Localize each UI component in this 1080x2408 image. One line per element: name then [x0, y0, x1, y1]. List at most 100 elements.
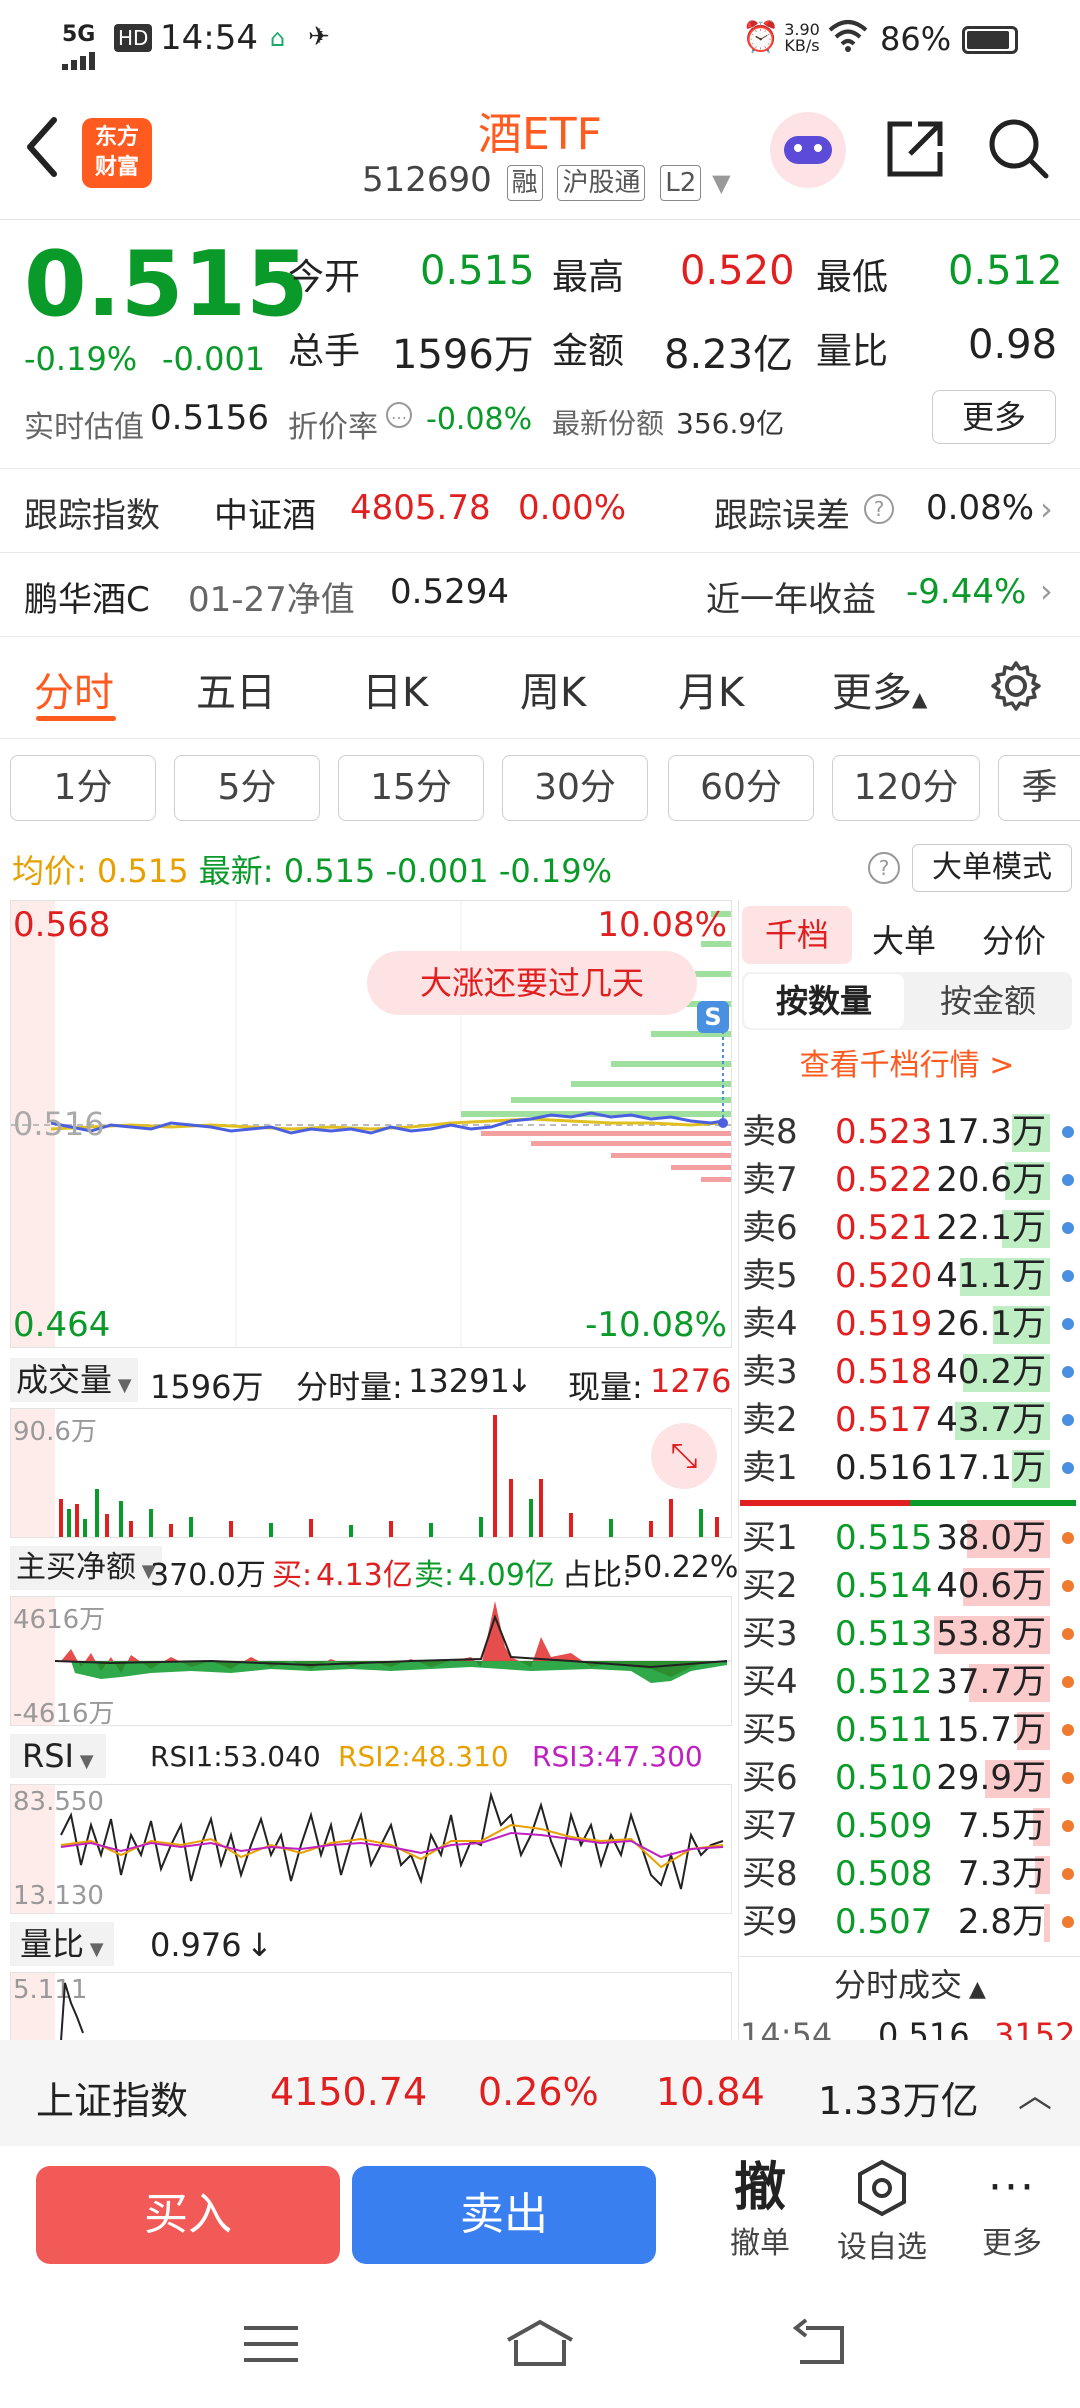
buy-level-row[interactable]: 买8 0.508 7.3万 — [740, 1850, 1080, 1898]
buy-level-volume: 2.8万 — [957, 1902, 1046, 1942]
chip-15min[interactable]: 15分 — [338, 755, 484, 821]
ratio-label: 量比 — [816, 331, 889, 372]
tracking-index-name[interactable]: 中证酒 — [214, 488, 316, 537]
help-icon[interactable]: ? — [864, 494, 894, 524]
security-code-row[interactable]: 512690 融 沪股通 L2 ▼ — [362, 160, 731, 201]
ratio-chart[interactable]: 5.111 — [10, 1972, 732, 2040]
buy-marker-dot — [1062, 1820, 1074, 1832]
sell-level-row[interactable]: 卖1 0.516 17.1万 — [740, 1444, 1080, 1492]
sell-level-row[interactable]: 卖4 0.519 26.1万 — [740, 1300, 1080, 1348]
intraday-chart[interactable]: 0.568 10.08% 0.516 0.464 -10.08% 大涨还要过几天… — [10, 900, 732, 1348]
buy-button[interactable]: 买入 — [36, 2166, 340, 2264]
info-dots-icon[interactable]: … — [386, 402, 412, 428]
settings-gear-icon[interactable] — [990, 660, 1042, 716]
search-icon[interactable] — [986, 116, 1050, 184]
chip-120min[interactable]: 120分 — [832, 755, 980, 821]
buy-level-row[interactable]: 买3 0.513 53.8万 — [740, 1610, 1080, 1658]
sell-button[interactable]: 卖出 — [352, 2166, 656, 2264]
sell-level-volume: 43.7万 — [936, 1400, 1046, 1440]
ratio-selector[interactable]: 量比 ▼ — [10, 1922, 114, 1966]
buy-level-volume: 29.9万 — [936, 1758, 1046, 1798]
netbuy-chart[interactable]: 4616万 -4616万 — [10, 1596, 732, 1729]
back-nav-icon[interactable] — [792, 2318, 848, 2372]
buy-level-row[interactable]: 买7 0.509 7.5万 — [740, 1802, 1080, 1850]
s-badge[interactable]: S — [697, 1001, 729, 1033]
add-watchlist-button[interactable]: 设自选 — [822, 2158, 942, 2266]
chip-30min[interactable]: 30分 — [502, 755, 648, 821]
rsi-selector-label: RSI — [22, 1737, 74, 1775]
by-quantity-option[interactable]: 按数量 — [744, 974, 904, 1028]
sell-level-row[interactable]: 卖6 0.521 22.1万 — [740, 1204, 1080, 1252]
trades-header[interactable]: 分时成交 ▲ — [740, 1960, 1080, 2006]
nav-value: 0.5294 — [390, 572, 509, 612]
sell-level-row[interactable]: 卖7 0.522 20.6万 — [740, 1156, 1080, 1204]
sell-level-price: 0.521 — [835, 1208, 933, 1248]
sell-level-row[interactable]: 卖3 0.518 40.2万 — [740, 1348, 1080, 1396]
ratio-selector-label: 量比 — [20, 1925, 85, 1963]
chevron-right-icon[interactable]: › — [1040, 572, 1053, 610]
expand-icon[interactable]: ⤡ — [651, 1423, 717, 1489]
home-nav-icon[interactable] — [502, 2318, 578, 2372]
buy-level-row[interactable]: 买2 0.514 40.6万 — [740, 1562, 1080, 1610]
fund-name[interactable]: 鹏华酒C — [24, 572, 150, 621]
sell-level-volume: 20.6万 — [936, 1160, 1046, 1200]
help-icon[interactable]: ? — [868, 852, 900, 884]
tab-monthly-k[interactable]: 月K — [678, 660, 744, 718]
tab-more-label: 更多 — [832, 670, 912, 716]
buy-level-price: 0.514 — [835, 1566, 933, 1606]
chip-5min[interactable]: 5分 — [174, 755, 320, 821]
amount-label: 金额 — [552, 331, 625, 372]
more-actions-button[interactable]: ··· 更多 — [952, 2158, 1072, 2262]
tab-five-day[interactable]: 五日 — [196, 660, 276, 718]
buy-level-row[interactable]: 买5 0.511 15.7万 — [740, 1706, 1080, 1754]
buy-level-row[interactable]: 买4 0.512 37.7万 — [740, 1658, 1080, 1706]
more-details-button[interactable]: 更多 — [932, 390, 1056, 444]
promo-bubble[interactable]: 大涨还要过几天 — [367, 951, 697, 1015]
sell-level-row[interactable]: 卖5 0.520 41.1万 — [740, 1252, 1080, 1300]
sell-level-row[interactable]: 卖8 0.523 17.3万 — [740, 1108, 1080, 1156]
tab-weekly-k[interactable]: 周K — [520, 660, 586, 718]
volume-chart[interactable]: 90.6万 ⤡ — [10, 1408, 732, 1538]
volume-selector[interactable]: 成交量 ▼ — [10, 1358, 138, 1402]
index-ticker[interactable]: 上证指数 4150.74 0.26% 10.84 1.33万亿 ︿ — [0, 2040, 1080, 2146]
tab-intraday[interactable]: 分时 — [34, 660, 114, 718]
tab-big-order[interactable]: 大单 — [872, 916, 936, 962]
tab-price-distribution[interactable]: 分价 — [982, 916, 1046, 962]
netbuy-selector[interactable]: 主买净额 ▼ — [10, 1546, 162, 1590]
change-pct: -0.19% — [24, 340, 138, 378]
netbuy-selector-label: 主买净额 — [16, 1550, 136, 1585]
chip-quarter[interactable]: 季 — [998, 755, 1080, 821]
tab-daily-k[interactable]: 日K — [362, 660, 428, 718]
buy-level-row[interactable]: 买1 0.515 38.0万 — [740, 1514, 1080, 1562]
dropdown-icon: ▼ — [712, 169, 731, 197]
sell-level-row[interactable]: 卖2 0.517 43.7万 — [740, 1396, 1080, 1444]
volume-value: 1596万 — [392, 332, 534, 378]
by-amount-option[interactable]: 按金额 — [908, 974, 1068, 1028]
share-icon[interactable] — [884, 118, 946, 184]
menu-icon[interactable] — [244, 2322, 298, 2370]
tab-indicator — [36, 716, 116, 721]
rsi-chart[interactable]: 83.550 13.130 — [10, 1784, 732, 1914]
buy-level-label: 买1 — [742, 1518, 798, 1558]
chip-1min[interactable]: 1分 — [10, 755, 156, 821]
chevron-up-icon[interactable]: ︿ — [1018, 2068, 1052, 2117]
view-depth-link[interactable]: 查看千档行情 > — [742, 1040, 1072, 1084]
tab-more[interactable]: 更多▲ — [832, 660, 927, 718]
buy-level-row[interactable]: 买6 0.510 29.9万 — [740, 1754, 1080, 1802]
cancel-order-button[interactable]: 撤 撤单 — [700, 2158, 820, 2262]
chevron-right-icon[interactable]: › — [1040, 490, 1053, 528]
chip-60min[interactable]: 60分 — [668, 755, 814, 821]
buy-marker-dot — [1062, 1532, 1074, 1544]
current-volume: 1276 — [650, 1362, 732, 1400]
buy-level-row[interactable]: 买9 0.507 2.8万 — [740, 1898, 1080, 1946]
assistant-avatar[interactable] — [770, 112, 846, 188]
unit-toggle: 按数量 按金额 — [742, 972, 1072, 1030]
shares-value: 356.9亿 — [676, 407, 785, 440]
big-order-mode-button[interactable]: 大单模式 — [912, 844, 1072, 892]
sell-marker-dot — [1062, 1126, 1074, 1138]
tab-thousand-level[interactable]: 千档 — [742, 906, 852, 964]
rsi-selector[interactable]: RSI ▼ — [10, 1734, 106, 1778]
high-value: 0.520 — [680, 248, 795, 294]
sell-level-volume: 41.1万 — [936, 1256, 1046, 1296]
caret-down-icon: ▼ — [84, 1939, 104, 1960]
